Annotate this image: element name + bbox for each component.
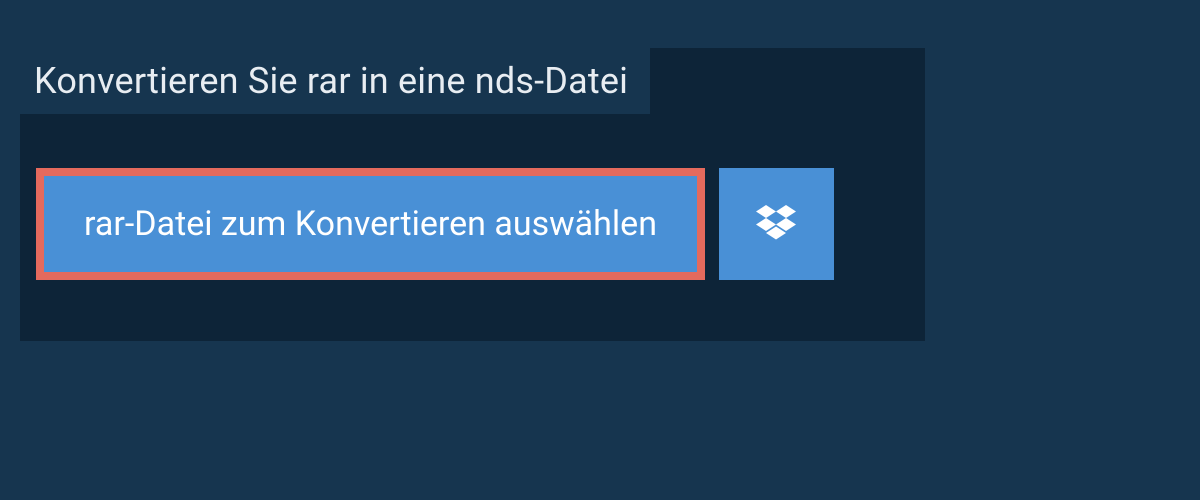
dropbox-button[interactable] [719, 168, 834, 280]
title-bar: Konvertieren Sie rar in eine nds-Datei [20, 48, 650, 114]
dropbox-icon [756, 205, 796, 243]
button-row: rar-Datei zum Konvertieren auswählen [36, 168, 834, 280]
converter-panel: Konvertieren Sie rar in eine nds-Datei r… [20, 48, 925, 341]
page-title: Konvertieren Sie rar in eine nds-Datei [34, 60, 628, 102]
select-file-button-label: rar-Datei zum Konvertieren auswählen [84, 204, 657, 244]
select-file-button[interactable]: rar-Datei zum Konvertieren auswählen [36, 168, 705, 280]
